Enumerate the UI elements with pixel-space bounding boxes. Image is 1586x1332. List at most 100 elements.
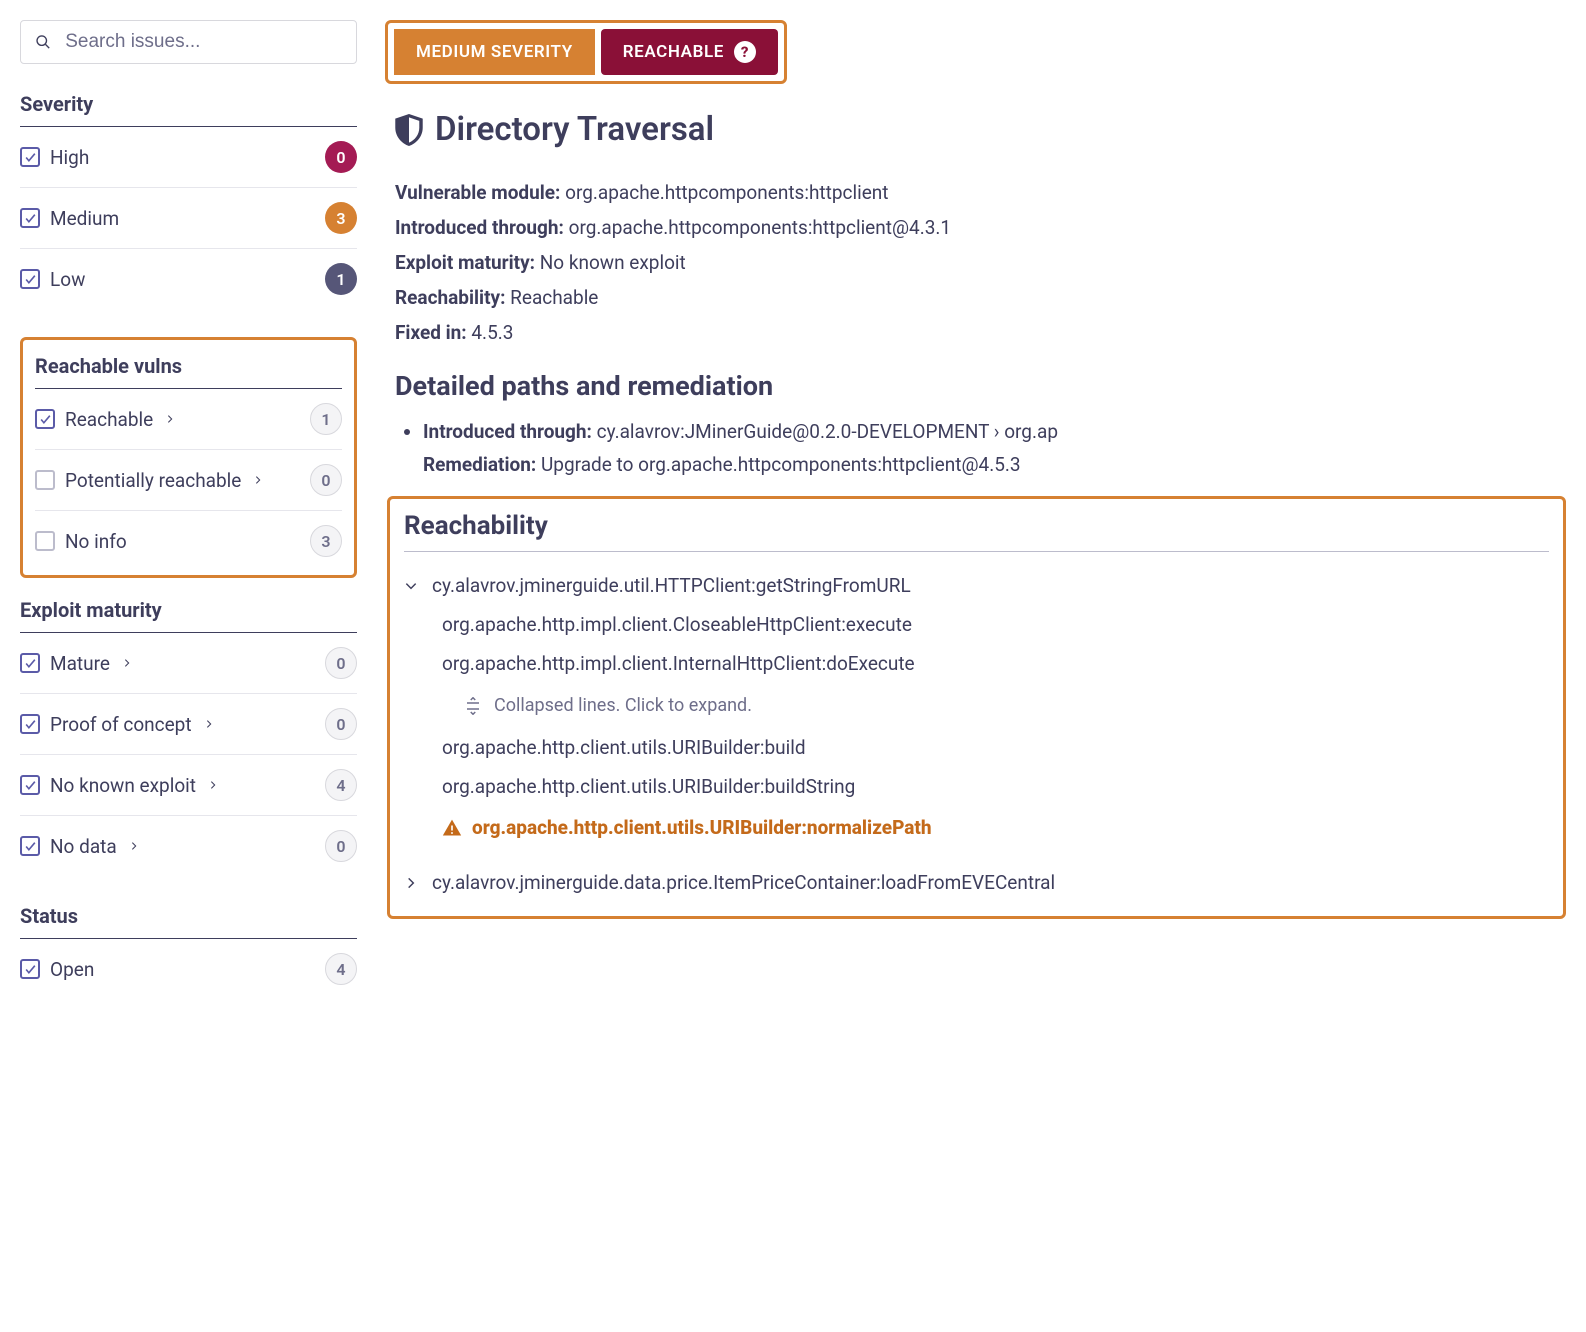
path-list: Introduced through: cy.alavrov:JMinerGui… xyxy=(385,420,1566,476)
vulnerability-title: Directory Traversal xyxy=(385,110,1566,149)
meta-introduced: Introduced through: org.apache.httpcompo… xyxy=(395,216,1566,239)
trace-line: org.apache.http.client.utils.URIBuilder:… xyxy=(404,728,1549,767)
filter-row-no-known-exploit[interactable]: No known exploit 4 xyxy=(20,755,357,816)
meta-exploit: Exploit maturity: No known exploit xyxy=(395,251,1566,274)
search-box[interactable] xyxy=(20,20,357,64)
trace-line: org.apache.http.client.utils.URIBuilder:… xyxy=(404,767,1549,806)
filter-label: No known exploit xyxy=(50,774,196,797)
search-input[interactable] xyxy=(65,31,342,53)
filter-label: Low xyxy=(50,268,85,291)
severity-pill: MEDIUM SEVERITY xyxy=(394,29,595,75)
filter-exploit: Exploit maturity Mature 0 Proof of conce… xyxy=(20,598,357,876)
filter-label: Reachable xyxy=(65,408,153,431)
trace-root-expanded[interactable]: cy.alavrov.jminerguide.util.HTTPClient:g… xyxy=(404,566,1549,605)
filter-label: No data xyxy=(50,835,117,858)
checkbox[interactable] xyxy=(20,959,40,979)
trace-warning-line: org.apache.http.client.utils.URIBuilder:… xyxy=(404,806,1549,849)
filter-row-low[interactable]: Low 1 xyxy=(20,249,357,309)
filter-row-medium[interactable]: Medium 3 xyxy=(20,188,357,249)
trace-line: org.apache.http.impl.client.CloseableHtt… xyxy=(404,605,1549,644)
filter-row-mature[interactable]: Mature 0 xyxy=(20,633,357,694)
filter-row-poc[interactable]: Proof of concept 0 xyxy=(20,694,357,755)
filter-row-high[interactable]: High 0 xyxy=(20,127,357,188)
filter-label: Open xyxy=(50,958,94,981)
filter-title-severity: Severity xyxy=(20,92,357,127)
filter-status: Status Open 4 xyxy=(20,904,357,999)
filter-title-status: Status xyxy=(20,904,357,939)
chevron-right-icon xyxy=(129,841,139,851)
count-badge: 0 xyxy=(310,464,342,496)
reachability-panel: Reachability cy.alavrov.jminerguide.util… xyxy=(387,496,1566,919)
checkbox[interactable] xyxy=(20,653,40,673)
help-icon[interactable]: ? xyxy=(734,41,756,63)
trace-line: org.apache.http.impl.client.InternalHttp… xyxy=(404,644,1549,683)
count-badge: 3 xyxy=(310,525,342,557)
count-badge: 0 xyxy=(325,708,357,740)
main-panel: MEDIUM SEVERITY REACHABLE ? Directory Tr… xyxy=(385,20,1566,1027)
chevron-right-icon xyxy=(165,414,175,424)
shield-icon xyxy=(395,114,423,146)
section-paths-title: Detailed paths and remediation xyxy=(385,370,1566,402)
checkbox[interactable] xyxy=(20,147,40,167)
filter-title-exploit: Exploit maturity xyxy=(20,598,357,633)
chevron-right-icon xyxy=(208,780,218,790)
trace-line: cy.alavrov.jminerguide.util.HTTPClient:g… xyxy=(432,574,911,597)
meta-reachability: Reachability: Reachable xyxy=(395,286,1566,309)
filter-row-reachable[interactable]: Reachable 1 xyxy=(35,389,342,450)
meta-vulnerable-module: Vulnerable module: org.apache.httpcompon… xyxy=(395,181,1566,204)
filter-label: Potentially reachable xyxy=(65,469,241,492)
checkbox[interactable] xyxy=(20,775,40,795)
count-badge: 1 xyxy=(325,263,357,295)
expand-icon xyxy=(464,697,482,715)
vulnerability-title-text: Directory Traversal xyxy=(435,110,714,149)
checkbox[interactable] xyxy=(20,714,40,734)
count-badge: 4 xyxy=(325,769,357,801)
warning-icon xyxy=(442,818,462,838)
reachability-panel-title: Reachability xyxy=(404,511,1549,552)
filter-title-reachable: Reachable vulns xyxy=(35,354,342,389)
reachable-pill: REACHABLE ? xyxy=(601,29,778,75)
filter-row-no-info[interactable]: No info 3 xyxy=(35,511,342,571)
count-badge: 0 xyxy=(325,141,357,173)
checkbox[interactable] xyxy=(35,409,55,429)
count-badge: 0 xyxy=(325,830,357,862)
filter-label: Mature xyxy=(50,652,110,675)
checkbox[interactable] xyxy=(35,470,55,490)
filter-label: No info xyxy=(65,530,127,553)
search-icon xyxy=(35,33,51,51)
checkbox[interactable] xyxy=(20,269,40,289)
trace-warning-text: org.apache.http.client.utils.URIBuilder:… xyxy=(472,816,932,839)
checkbox[interactable] xyxy=(35,531,55,551)
chevron-right-icon xyxy=(122,658,132,668)
meta-block: Vulnerable module: org.apache.httpcompon… xyxy=(385,181,1566,344)
filter-row-potentially-reachable[interactable]: Potentially reachable 0 xyxy=(35,450,342,511)
filter-row-no-data[interactable]: No data 0 xyxy=(20,816,357,876)
collapsed-hint: Collapsed lines. Click to expand. xyxy=(494,695,752,716)
trace-root-collapsed[interactable]: cy.alavrov.jminerguide.data.price.ItemPr… xyxy=(404,863,1549,902)
count-badge: 4 xyxy=(325,953,357,985)
path-item: Introduced through: cy.alavrov:JMinerGui… xyxy=(423,420,1566,476)
filter-label: High xyxy=(50,146,89,169)
trace-line: cy.alavrov.jminerguide.data.price.ItemPr… xyxy=(432,871,1055,894)
pill-highlight: MEDIUM SEVERITY REACHABLE ? xyxy=(385,20,787,84)
sidebar: Severity High 0 Medium 3 Low 1 Reachable… xyxy=(20,20,385,1027)
trace-group-1: cy.alavrov.jminerguide.util.HTTPClient:g… xyxy=(404,566,1549,849)
filter-severity: Severity High 0 Medium 3 Low 1 xyxy=(20,92,357,309)
filter-row-open[interactable]: Open 4 xyxy=(20,939,357,999)
count-badge: 1 xyxy=(310,403,342,435)
chevron-right-icon xyxy=(404,876,418,890)
checkbox[interactable] xyxy=(20,836,40,856)
collapsed-lines-toggle[interactable]: Collapsed lines. Click to expand. xyxy=(404,683,1549,728)
meta-fixed: Fixed in: 4.5.3 xyxy=(395,321,1566,344)
checkbox[interactable] xyxy=(20,208,40,228)
count-badge: 0 xyxy=(325,647,357,679)
reachable-pill-label: REACHABLE xyxy=(623,42,724,62)
chevron-down-icon xyxy=(404,579,418,593)
chevron-right-icon xyxy=(253,475,263,485)
filter-label: Medium xyxy=(50,207,119,230)
chevron-right-icon xyxy=(204,719,214,729)
filter-reachable-highlight: Reachable vulns Reachable 1 Potentially … xyxy=(20,337,357,578)
filter-label: Proof of concept xyxy=(50,713,192,736)
count-badge: 3 xyxy=(325,202,357,234)
trace-group-2: cy.alavrov.jminerguide.data.price.ItemPr… xyxy=(404,863,1549,902)
